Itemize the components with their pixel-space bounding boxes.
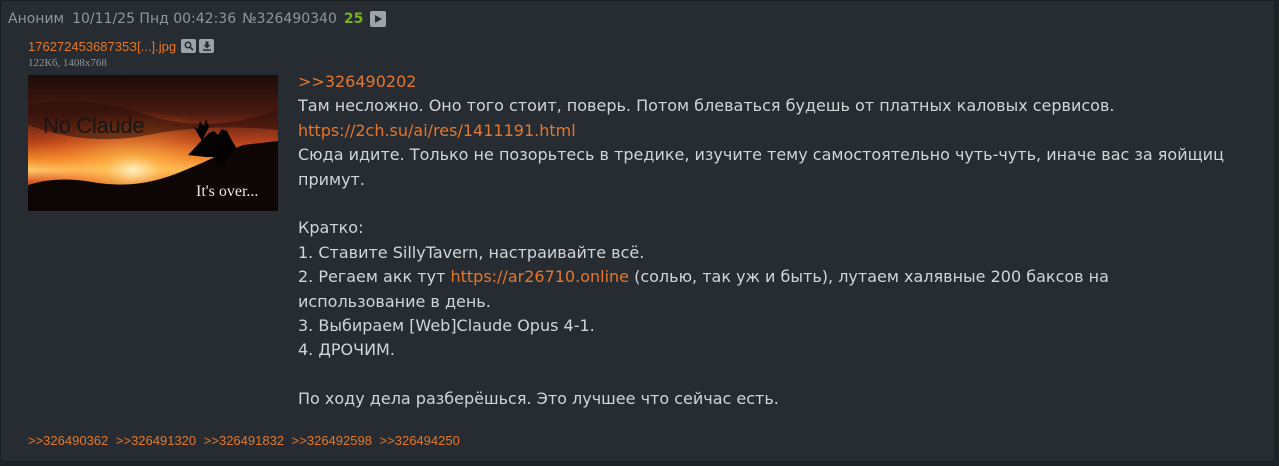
- post-image-thumbnail[interactable]: No Claude It's over...: [28, 75, 278, 211]
- body-line: Там несложно. Оно того стоит, поверь. По…: [298, 96, 1115, 116]
- post-number[interactable]: №326490340: [242, 11, 337, 27]
- search-icon[interactable]: [181, 39, 197, 53]
- post-counter: 25: [343, 11, 364, 27]
- file-meta: 122Кб, 1408x768: [28, 57, 107, 69]
- body-line: 3. Выбираем [Web]Claude Opus 4-1.: [298, 316, 595, 336]
- thumb-caption-main: No Claude: [43, 113, 145, 138]
- post-header: Аноним 10/11/25 Пнд 00:42:36 №326490340 …: [8, 9, 387, 29]
- external-link[interactable]: https://ar26710.online: [450, 267, 629, 286]
- body-text: 2. Регаем акк тут: [298, 267, 451, 287]
- body-line: Сюда идите. Только не позорьтесь в треди…: [298, 145, 1224, 165]
- reply-link[interactable]: >>326492598: [292, 433, 372, 448]
- reply-link[interactable]: >>326491832: [204, 433, 284, 448]
- post: Аноним 10/11/25 Пнд 00:42:36 №326490340 …: [0, 0, 1275, 462]
- thread-link[interactable]: https://2ch.su/ai/res/1411191.html: [298, 121, 576, 140]
- body-line: примут.: [298, 169, 365, 189]
- reply-link[interactable]: >>326494250: [380, 433, 460, 448]
- body-text: (солью, так уж и быть), лутаем халявные …: [629, 267, 1109, 287]
- play-icon[interactable]: [370, 11, 387, 27]
- download-icon[interactable]: [199, 39, 215, 53]
- reply-link[interactable]: >>326490362: [28, 433, 108, 448]
- body-line: По ходу дела разберёшься. Это лучшее что…: [298, 389, 779, 409]
- poster-name: Аноним: [8, 11, 65, 27]
- quote-link[interactable]: >>326490202: [298, 72, 416, 91]
- body-line: использование в день.: [298, 291, 491, 311]
- file-name-link[interactable]: 17627245368735З[...].jpg: [28, 39, 176, 54]
- body-line: Кратко:: [298, 218, 364, 238]
- body-line: 1. Ставите SillyTavern, настраивайте всё…: [298, 242, 645, 262]
- body-line: 4. ДРОЧИМ.: [298, 340, 395, 360]
- post-date: 10/11/25 Пнд 00:42:36: [72, 11, 237, 27]
- reply-link[interactable]: >>326491320: [116, 433, 196, 448]
- post-body: >>326490202 Там несложно. Оно того стоит…: [298, 70, 1258, 412]
- replies-list: >>326490362 >>326491320 >>326491832 >>32…: [28, 433, 464, 448]
- file-info: 17627245368735З[...].jpg 122Кб, 1408x768: [28, 38, 217, 69]
- thumb-caption-sub: It's over...: [196, 183, 259, 200]
